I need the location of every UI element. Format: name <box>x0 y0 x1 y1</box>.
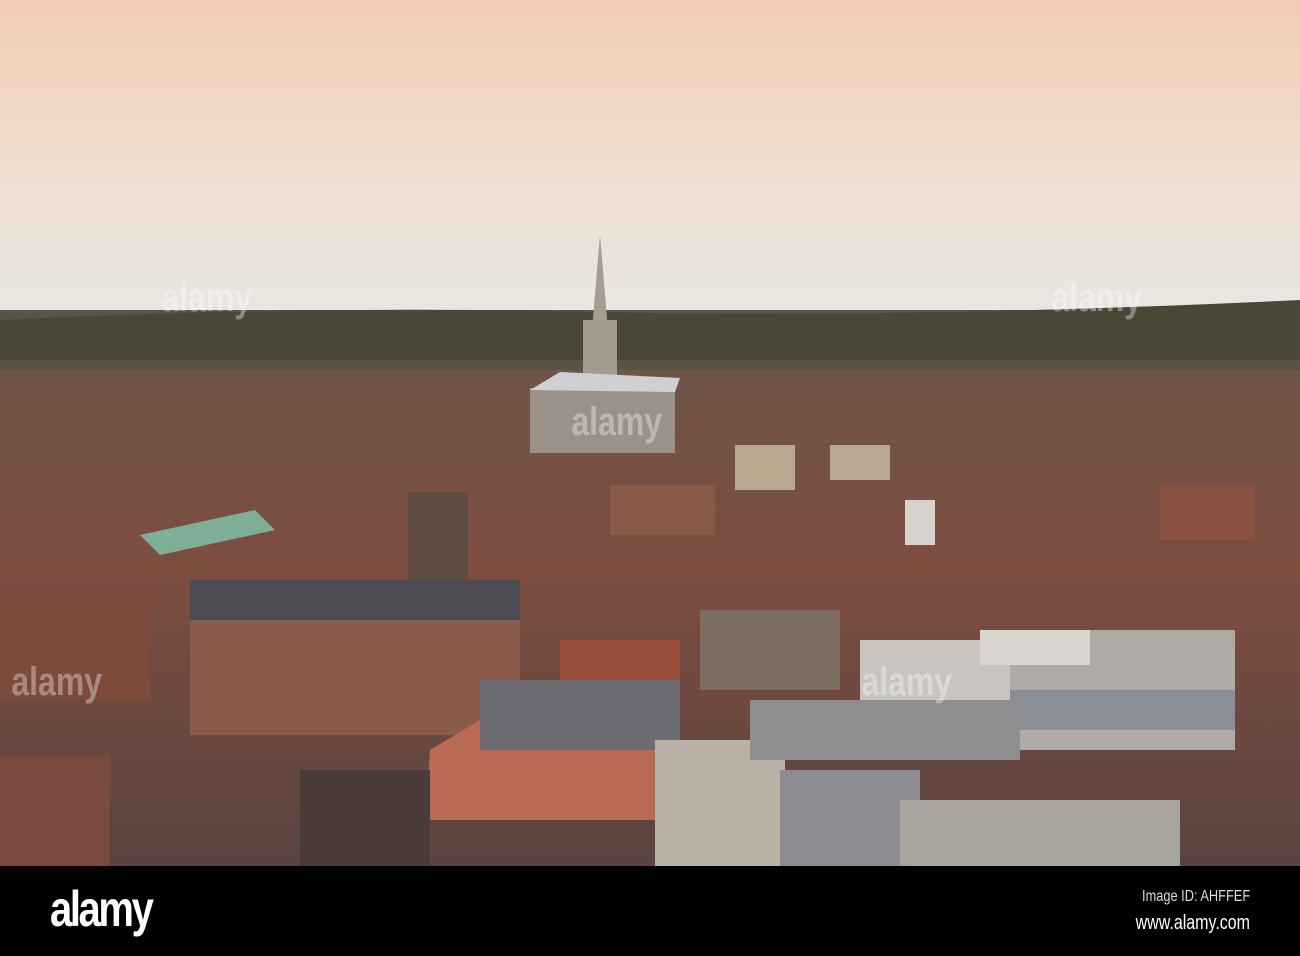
watermark: alamy <box>861 660 953 704</box>
site-url: www.alamy.com <box>1135 912 1250 934</box>
stock-photo: alamy alamy alamy alamy alamy alamy Imag… <box>0 0 1300 956</box>
footer-bar: alamy Image ID: AHFFEF www.alamy.com <box>0 866 1300 956</box>
watermark: alamy <box>11 660 103 704</box>
watermark: alamy <box>1051 276 1143 320</box>
sky <box>0 0 1300 320</box>
alamy-logo: alamy <box>50 881 154 937</box>
watermark: alamy <box>571 400 663 444</box>
watermark: alamy <box>161 276 253 320</box>
image-id: Image ID: AHFFEF <box>1141 888 1250 905</box>
